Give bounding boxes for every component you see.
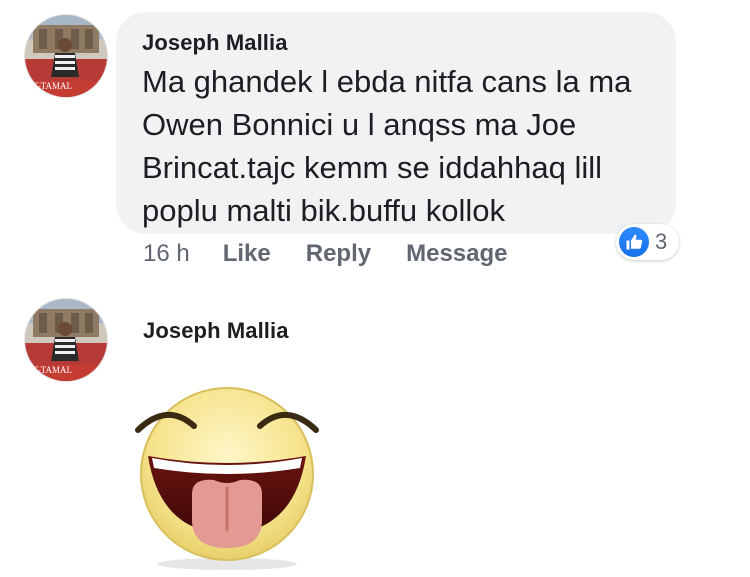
comment-author-name[interactable]: Joseph Mallia (142, 30, 650, 56)
laughing-tongue-sticker (122, 382, 332, 572)
comment-timestamp[interactable]: 16 h (143, 240, 190, 268)
avatar-caption: T-TAMAL (33, 365, 72, 375)
reaction-count: 3 (655, 229, 668, 254)
like-button[interactable]: Like (223, 240, 271, 268)
reply-button[interactable]: Reply (306, 240, 371, 268)
reaction-count-badge[interactable]: 3 (616, 224, 680, 260)
commenter-avatar[interactable]: T-TAMAL (24, 298, 108, 382)
comment-bubble: Joseph Mallia Ma ghandek l ebda nitfa ca… (116, 12, 676, 234)
commenter-avatar[interactable]: T-TAMAL (24, 14, 108, 98)
avatar-caption: T-TAMAL (33, 81, 72, 91)
message-button[interactable]: Message (406, 240, 507, 268)
comment-text: Ma ghandek l ebda nitfa cans la ma Owen … (142, 64, 632, 228)
comment-actions: 16 h Like Reply Message (143, 238, 543, 270)
laughing-face-icon (135, 387, 319, 570)
thumbs-up-icon (619, 227, 649, 257)
comment-author-name[interactable]: Joseph Mallia (143, 318, 289, 344)
